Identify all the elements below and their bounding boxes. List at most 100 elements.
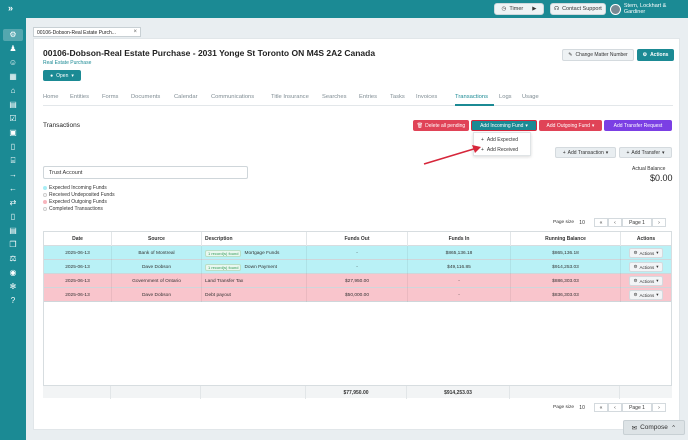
help-icon[interactable]: ? xyxy=(7,295,19,307)
add-transfer-button[interactable]: + Add Transfer ▾ xyxy=(619,147,672,158)
tab-logs[interactable]: Logs xyxy=(499,94,512,100)
contact-support-button[interactable]: ☊ Contact Support xyxy=(550,3,606,15)
page-size-select[interactable]: 10 xyxy=(576,218,589,227)
col-funds-in[interactable]: Funds In xyxy=(408,232,511,246)
found-badge[interactable]: 1 record(s) found xyxy=(205,249,242,257)
tab-documents[interactable]: Documents xyxy=(131,94,160,100)
found-badge[interactable]: 1 record(s) found xyxy=(205,263,242,271)
active-tab-indicator xyxy=(455,104,494,106)
trust-account-select[interactable]: Trust Account xyxy=(43,166,248,179)
close-icon[interactable]: × xyxy=(133,29,137,35)
row-actions-button[interactable]: ⚙ Actions ▾ xyxy=(629,276,663,286)
tab-home[interactable]: Home xyxy=(43,94,58,100)
arrow-left-icon[interactable]: ← xyxy=(7,183,19,195)
transfer-icon[interactable]: ⇄ xyxy=(7,197,19,209)
file-list-icon[interactable]: ▤ xyxy=(7,225,19,237)
scale-icon[interactable]: ⚖ xyxy=(7,253,19,265)
table-row[interactable]: 2025-06-13 Bank of Montreal 1 record(s) … xyxy=(44,246,671,260)
matter-tab[interactable]: 00106-Dobson-Real Estate Purch... × xyxy=(33,27,141,37)
caret-down-icon: ▾ xyxy=(525,122,528,129)
tab-entries[interactable]: Entries xyxy=(359,94,377,100)
tab-communications[interactable]: Communications xyxy=(211,94,254,100)
change-number-label: Change Matter Number xyxy=(575,52,628,58)
home-icon[interactable]: ⌂ xyxy=(7,85,19,97)
copy-icon[interactable]: ❐ xyxy=(7,239,19,251)
col-description[interactable]: Description xyxy=(202,232,307,246)
col-source[interactable]: Source xyxy=(112,232,202,246)
account-icon[interactable]: ◉ xyxy=(7,267,19,279)
change-matter-number-button[interactable]: ✎ Change Matter Number xyxy=(562,49,634,61)
total-funds-out: $77,950.00 xyxy=(306,386,407,399)
cell-description: 1 record(s) found Down Payment xyxy=(202,260,307,274)
status-dropdown[interactable]: ● Open ▾ xyxy=(43,70,81,81)
tab-tasks[interactable]: Tasks xyxy=(390,94,405,100)
cell-source: Dave Dobson xyxy=(112,260,202,274)
add-incoming-fund-button[interactable]: Add Incoming Fund ▾ xyxy=(471,120,537,131)
table-row[interactable]: 2025-06-13 Dave Dobson Debt payout $50,0… xyxy=(44,288,671,302)
chevrons-right-icon[interactable]: » xyxy=(8,3,13,13)
first-page-icon[interactable]: « xyxy=(594,218,608,227)
prev-page-icon[interactable]: ‹ xyxy=(608,403,622,412)
col-date[interactable]: Date xyxy=(44,232,112,246)
cell-source: Bank of Montreal xyxy=(112,246,202,260)
next-page-icon[interactable]: › xyxy=(652,403,666,412)
tab-invoices[interactable]: Invoices xyxy=(416,94,437,100)
col-running-balance[interactable]: Running Balance xyxy=(511,232,621,246)
table-row[interactable]: 2025-06-13 Government of Ontario Land Tr… xyxy=(44,274,671,288)
tab-searches[interactable]: Searches xyxy=(322,94,347,100)
timer-button[interactable]: ◷ Timer ▶ xyxy=(494,3,544,15)
support-label: Contact Support xyxy=(562,6,602,12)
row-actions-button[interactable]: ⚙ Actions ▾ xyxy=(629,248,663,258)
first-page-icon[interactable]: « xyxy=(594,403,608,412)
add-transaction-button[interactable]: + Add Transaction ▾ xyxy=(555,147,616,158)
table-row[interactable]: 2025-06-13 Dave Dobson 1 record(s) found… xyxy=(44,260,671,274)
user-menu[interactable]: Stern, Lockhart & Gardiner xyxy=(610,3,688,15)
tab-title-insurance[interactable]: Title Insurance xyxy=(271,94,309,100)
arrow-right-icon[interactable]: → xyxy=(7,169,19,181)
top-bar: » ◷ Timer ▶ ☊ Contact Support Stern, Loc… xyxy=(0,0,688,18)
users-icon[interactable]: ♟ xyxy=(7,43,19,55)
image-icon[interactable]: ▣ xyxy=(7,127,19,139)
cell-source: Dave Dobson xyxy=(112,288,202,302)
tab-transactions[interactable]: Transactions xyxy=(455,94,488,100)
page-size-label: Page size xyxy=(553,220,575,225)
cell-funds-in: - xyxy=(408,274,511,288)
cell-description: 1 record(s) found Mortgage Funds xyxy=(202,246,307,260)
cell-balance: $836,303.03 xyxy=(511,288,621,302)
page-size-select[interactable]: 10 xyxy=(576,403,589,412)
legend-item: Completed Transactions xyxy=(43,205,115,212)
tab-calendar[interactable]: Calendar xyxy=(174,94,198,100)
document-icon[interactable]: ▯ xyxy=(7,141,19,153)
calendar-icon[interactable]: ▤ xyxy=(7,99,19,111)
headset-icon: ☊ xyxy=(554,6,560,12)
col-funds-out[interactable]: Funds Out xyxy=(307,232,408,246)
add-transfer-request-button[interactable]: Add Transfer Request xyxy=(604,120,672,131)
row-actions-button[interactable]: ⚙ Actions ▾ xyxy=(629,290,663,300)
caret-down-icon: ▾ xyxy=(656,292,659,297)
next-page-icon[interactable]: › xyxy=(652,218,666,227)
cell-description: Debt payout xyxy=(202,288,307,302)
compose-button[interactable]: ✉ Compose ⌃ xyxy=(623,420,685,435)
checklist-icon[interactable]: ☑ xyxy=(7,113,19,125)
tab-usage[interactable]: Usage xyxy=(522,94,539,100)
building-icon[interactable]: ▦ xyxy=(7,71,19,83)
delete-all-pending-button[interactable]: 🗑 Delete all pending xyxy=(413,120,469,131)
delete-label: Delete all pending xyxy=(425,122,466,129)
file-icon[interactable]: ▯ xyxy=(7,211,19,223)
tab-forms[interactable]: Forms xyxy=(102,94,118,100)
row-actions-label: Actions xyxy=(639,250,655,256)
actions-button[interactable]: ⚙ Actions xyxy=(637,49,674,61)
cell-funds-out: - xyxy=(307,246,408,260)
legend-item: Expected Outgoing Funds xyxy=(43,198,115,205)
description-text: Down Payment xyxy=(244,264,277,270)
table-header: Date Source Description Funds Out Funds … xyxy=(44,232,671,246)
row-actions-button[interactable]: ⚙ Actions ▾ xyxy=(629,262,663,272)
add-outgoing-fund-button[interactable]: Add Outgoing Fund ▾ xyxy=(539,120,602,131)
prev-page-icon[interactable]: ‹ xyxy=(608,218,622,227)
user-icon[interactable]: ☺ xyxy=(7,57,19,69)
outgoing-label: Add Outgoing Fund xyxy=(546,122,590,129)
bank-icon[interactable]: ⌸ xyxy=(7,155,19,167)
tab-entities[interactable]: Entities xyxy=(70,94,89,100)
dashboard-icon[interactable]: ⚙ xyxy=(3,29,23,41)
settings-icon[interactable]: ✻ xyxy=(7,281,19,293)
